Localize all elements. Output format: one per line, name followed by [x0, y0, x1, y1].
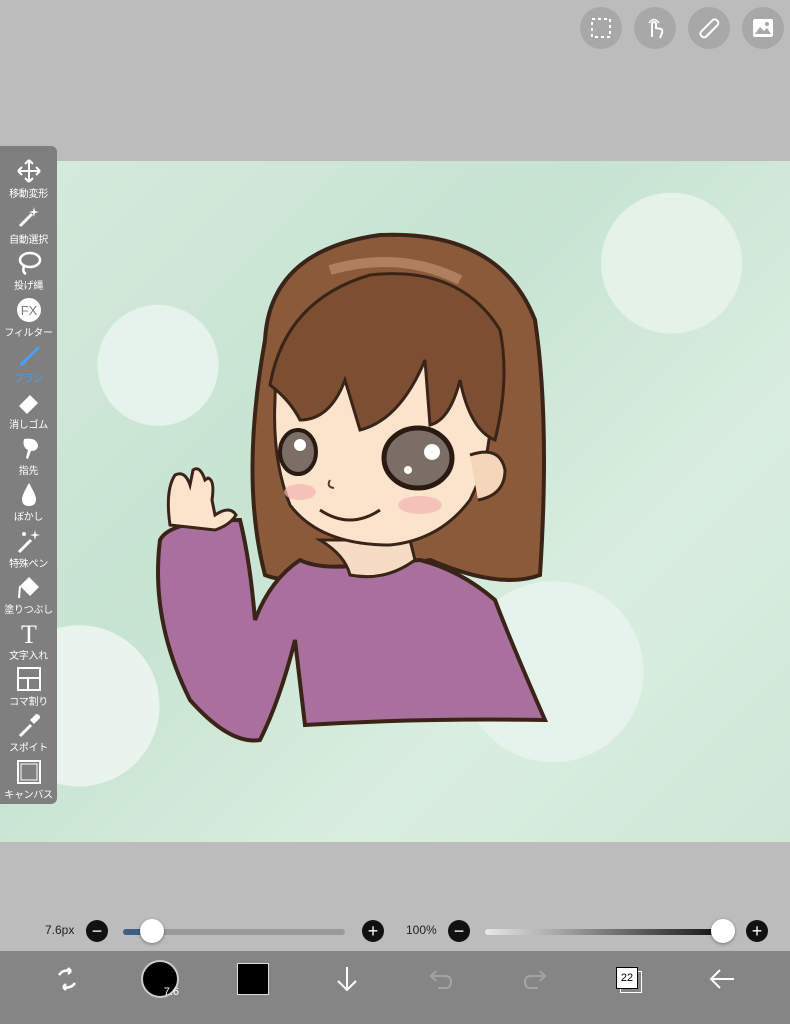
tool-label: キャンバス	[4, 789, 53, 801]
brush-size-increase-button[interactable]: +	[362, 920, 384, 942]
tool-label: ぼかし	[13, 512, 44, 524]
finger-icon	[23, 438, 38, 460]
material-button[interactable]	[742, 7, 784, 49]
tool-label: フィルター	[4, 327, 53, 339]
eraser-icon	[18, 395, 38, 414]
dashed-selection-icon	[591, 18, 611, 38]
redo-icon	[523, 969, 547, 989]
minus-icon: −	[453, 921, 465, 941]
brush-size-badge: 7.6	[163, 985, 179, 998]
frame-divider-icon	[16, 667, 41, 692]
opacity-value: 100%	[406, 923, 437, 937]
redo-button[interactable]	[520, 951, 550, 1006]
tool-magic-wand[interactable]: 自動選択	[0, 200, 57, 246]
tool-palette: 移動変形 自動選択 投げ縄 FX フィルター ブラシ 消しゴム 指先 ぼかし 特殊ペン 塗りつぶし T…	[0, 146, 57, 804]
plus-icon: +	[751, 921, 763, 941]
tool-label: 指先	[18, 466, 39, 478]
brush-settings-bar: 7.6px − + 100% − +	[0, 912, 790, 950]
opacity-slider-knob[interactable]	[711, 919, 735, 943]
artwork-illustration	[156, 232, 549, 743]
layer-count: 22	[616, 966, 638, 989]
tool-label: 文字入れ	[9, 651, 48, 662]
ruler-icon	[699, 18, 720, 39]
brush-icon	[19, 345, 40, 366]
blur-drop-icon	[21, 483, 36, 507]
special-pen-icon	[17, 529, 40, 553]
magic-wand-icon	[18, 207, 39, 228]
opacity-decrease-button[interactable]: −	[448, 920, 470, 942]
back-button[interactable]	[706, 951, 738, 1006]
undo-icon	[429, 969, 453, 989]
undo-button[interactable]	[426, 951, 456, 1006]
svg-text:FX: FX	[20, 303, 37, 318]
minus-icon: −	[91, 921, 103, 941]
current-color-swatch	[237, 962, 269, 995]
tool-eraser[interactable]: 消しゴム	[0, 385, 57, 431]
selection-button[interactable]	[580, 7, 622, 49]
opacity-track[interactable]	[485, 929, 723, 935]
move-icon	[16, 159, 41, 183]
tool-move[interactable]: 移動変形	[0, 154, 57, 200]
transform-rotate-button[interactable]	[46, 951, 88, 1006]
fx-icon: FX	[16, 297, 41, 322]
tool-special-pen[interactable]: 特殊ペン	[0, 524, 57, 570]
hand-tap-icon	[648, 18, 664, 39]
tool-label: 塗りつぶし	[4, 604, 53, 616]
text-icon: T	[21, 620, 37, 646]
image-icon	[753, 19, 773, 37]
tool-text[interactable]: T 文字入れ	[0, 616, 57, 662]
eyedropper-icon	[18, 714, 40, 738]
ruler-button[interactable]	[688, 7, 730, 49]
tool-label: 移動変形	[9, 189, 48, 200]
save-button[interactable]	[332, 951, 362, 1006]
color-button[interactable]	[236, 951, 270, 1006]
tool-label: 自動選択	[9, 235, 48, 247]
tool-blur-drop[interactable]: ぼかし	[0, 477, 57, 523]
lasso-icon	[18, 252, 41, 276]
left-arrow-icon	[709, 968, 734, 989]
tool-label: 投げ縄	[13, 281, 44, 293]
tool-frame-divider[interactable]: コマ割り	[0, 662, 57, 708]
tool-fx[interactable]: FX フィルター	[0, 293, 57, 339]
tool-label: コマ割り	[9, 697, 48, 709]
drawing-canvas[interactable]	[0, 161, 790, 842]
tool-label: ブラシ	[14, 373, 43, 385]
fill-bucket-icon	[17, 576, 39, 598]
down-arrow-icon	[337, 966, 357, 991]
rotate-arrows-icon	[57, 966, 77, 991]
tool-label: スポイト	[9, 743, 48, 755]
tool-fill-bucket[interactable]: 塗りつぶし	[0, 570, 57, 616]
tool-canvas[interactable]: キャンバス	[0, 755, 57, 801]
brush-size-preview-button[interactable]: 7.6	[140, 951, 180, 1006]
layers-button[interactable]: 22	[612, 951, 644, 1006]
touch-mode-button[interactable]	[634, 7, 676, 49]
tool-finger[interactable]: 指先	[0, 431, 57, 477]
brush-size-decrease-button[interactable]: −	[86, 920, 108, 942]
tool-lasso[interactable]: 投げ縄	[0, 246, 57, 292]
plus-icon: +	[367, 921, 379, 941]
svg-text:T: T	[21, 620, 37, 646]
tool-label: 消しゴム	[9, 420, 48, 431]
brush-size-slider-knob[interactable]	[139, 919, 164, 943]
bottom-toolbar: 7.6 22	[0, 951, 790, 1024]
tool-label: 特殊ペン	[9, 558, 48, 570]
tool-brush[interactable]: ブラシ	[0, 339, 57, 385]
layers-icon: 22	[616, 966, 642, 993]
brush-preview-circle: 7.6	[141, 959, 179, 998]
tool-eyedropper[interactable]: スポイト	[0, 708, 57, 754]
opacity-increase-button[interactable]: +	[746, 920, 768, 942]
canvas-icon	[16, 759, 41, 784]
brush-size-value: 7.6px	[45, 923, 75, 937]
